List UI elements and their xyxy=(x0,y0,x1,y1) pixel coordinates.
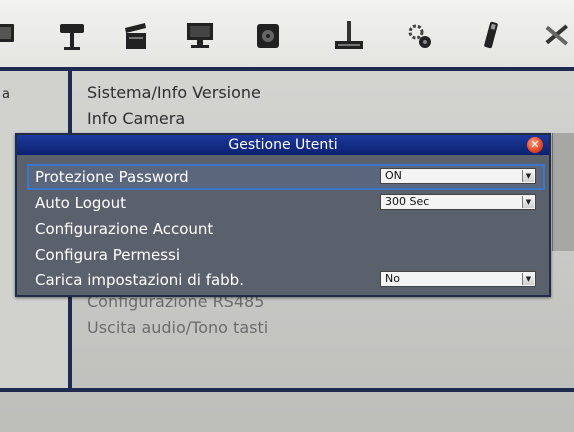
hdd-icon[interactable] xyxy=(254,18,284,52)
row-label: Protezione Password xyxy=(35,168,189,186)
user-management-dialog: Gestione Utenti ✕ Protezione Password ON… xyxy=(15,133,551,297)
tools-icon[interactable] xyxy=(541,18,571,52)
row-label: Auto Logout xyxy=(35,194,126,212)
toolbar-divider xyxy=(0,67,574,71)
menu-item-system-info[interactable]: Sistema/Info Versione xyxy=(87,83,261,102)
usb-icon[interactable] xyxy=(476,18,506,52)
bottom-divider xyxy=(0,388,574,392)
row-label: Configura Permessi xyxy=(35,246,181,264)
row-auto-logout[interactable]: Auto Logout 300 Sec ▼ xyxy=(29,192,543,214)
camera-icon[interactable] xyxy=(58,18,88,52)
select-value: 300 Sec xyxy=(385,195,430,208)
row-label: Configurazione Account xyxy=(35,220,214,238)
dialog-title: Gestione Utenti xyxy=(228,137,338,153)
chevron-down-icon[interactable]: ▼ xyxy=(522,170,534,182)
icon-toolbar xyxy=(0,0,574,68)
auto-logout-select[interactable]: 300 Sec ▼ xyxy=(380,194,536,210)
row-label: Carica impostazioni di fabb. xyxy=(35,271,244,289)
select-value: No xyxy=(385,272,400,285)
row-account-config[interactable]: Configurazione Account xyxy=(29,218,543,240)
left-panel-label: a xyxy=(2,87,10,102)
row-load-defaults[interactable]: Carica impostazioni di fabb. No ▼ xyxy=(29,269,543,291)
monitor-icon[interactable] xyxy=(0,18,22,52)
select-value: ON xyxy=(385,169,402,182)
background-panel-edge xyxy=(552,133,574,251)
gear-icon[interactable] xyxy=(405,18,435,52)
close-icon[interactable]: ✕ xyxy=(527,137,543,153)
dialog-title-bar: Gestione Utenti ✕ xyxy=(17,135,549,155)
chevron-down-icon[interactable]: ▼ xyxy=(522,196,534,208)
row-permissions-config[interactable]: Configura Permessi xyxy=(29,244,543,266)
menu-item-audio[interactable]: Uscita audio/Tono tasti xyxy=(87,318,268,337)
chevron-down-icon[interactable]: ▼ xyxy=(522,273,534,285)
computer-icon[interactable] xyxy=(185,18,215,52)
password-protection-select[interactable]: ON ▼ xyxy=(380,168,536,184)
clapperboard-icon[interactable] xyxy=(121,18,151,52)
dvr-screen: a Sistema/Info Versione Info Camera Conf… xyxy=(0,0,574,432)
load-defaults-select[interactable]: No ▼ xyxy=(380,271,536,287)
network-icon[interactable] xyxy=(334,18,364,52)
row-password-protection[interactable]: Protezione Password ON ▼ xyxy=(27,164,545,190)
menu-item-camera-info[interactable]: Info Camera xyxy=(87,109,185,128)
